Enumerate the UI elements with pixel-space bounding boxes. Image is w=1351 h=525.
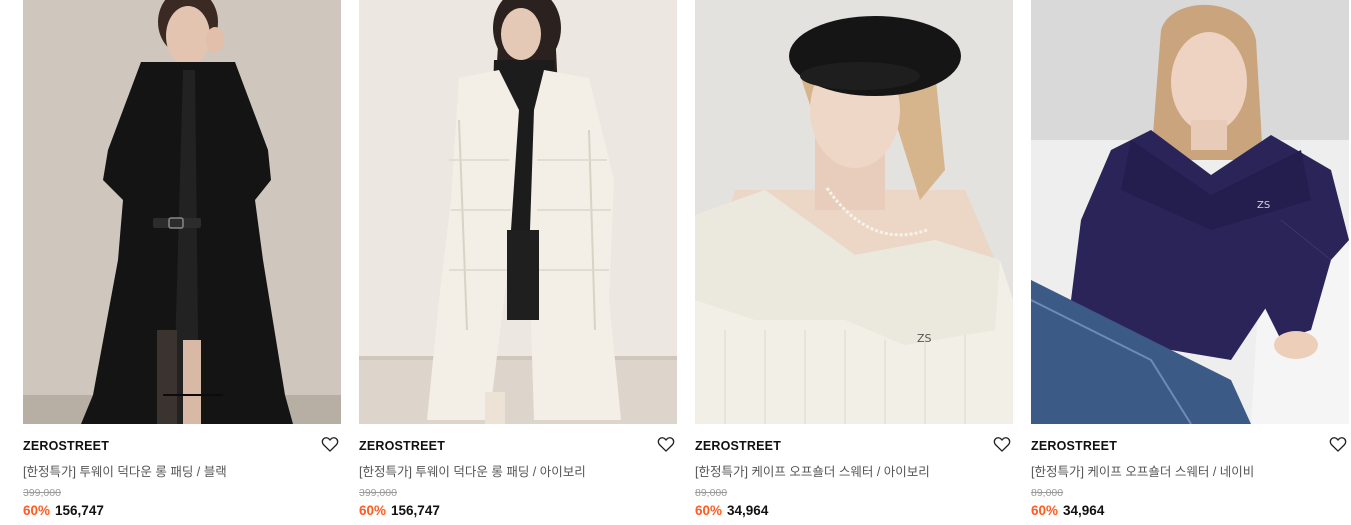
price-row: 60% 34,964 — [695, 503, 768, 518]
original-price: 89,000 — [1031, 487, 1064, 499]
heart-outline-icon[interactable] — [992, 434, 1012, 454]
product-image-link[interactable]: ZS — [695, 0, 1013, 424]
original-price: 399,000 — [23, 487, 61, 499]
product-name[interactable]: [한정특가] 투웨이 덕다운 롱 패딩 / 아이보리 — [359, 461, 586, 480]
product-photo-black-padding — [23, 0, 341, 424]
original-price: 89,000 — [695, 487, 728, 499]
product-card[interactable]: ZEROSTREET [한정특가] 투웨이 덕다운 롱 패딩 / 블랙 399,… — [23, 0, 341, 525]
product-photo-navy-sweater: ZS — [1031, 0, 1349, 424]
price-row: 60% 34,964 — [1031, 503, 1104, 518]
product-photo-ivory-sweater: ZS — [695, 0, 1013, 424]
product-grid: ZEROSTREET [한정특가] 투웨이 덕다운 롱 패딩 / 블랙 399,… — [0, 0, 1351, 525]
sale-price: 156,747 — [391, 503, 440, 518]
product-image-link[interactable] — [359, 0, 677, 424]
discount-rate: 60% — [1031, 503, 1059, 518]
brand-name[interactable]: ZEROSTREET — [695, 439, 781, 453]
discount-rate: 60% — [23, 503, 51, 518]
original-price: 399,000 — [359, 487, 397, 499]
product-photo-ivory-padding — [359, 0, 677, 424]
product-card[interactable]: ZS ZEROSTREET [한정특가] 케이프 오프숄더 스웨터 / 네이비 … — [1031, 0, 1349, 525]
product-card[interactable]: ZEROSTREET [한정특가] 투웨이 덕다운 롱 패딩 / 아이보리 39… — [359, 0, 677, 525]
brand-name[interactable]: ZEROSTREET — [1031, 439, 1117, 453]
heart-outline-icon[interactable] — [1328, 434, 1348, 454]
discount-rate: 60% — [359, 503, 387, 518]
sale-price: 34,964 — [1063, 503, 1105, 518]
svg-text:ZS: ZS — [1257, 200, 1270, 211]
svg-text:ZS: ZS — [917, 332, 932, 345]
heart-outline-icon[interactable] — [656, 434, 676, 454]
sale-price: 34,964 — [727, 503, 769, 518]
product-image-link[interactable]: ZS — [1031, 0, 1349, 424]
price-row: 60% 156,747 — [359, 503, 440, 518]
product-name[interactable]: [한정특가] 투웨이 덕다운 롱 패딩 / 블랙 — [23, 461, 227, 480]
heart-outline-icon[interactable] — [320, 434, 340, 454]
brand-name[interactable]: ZEROSTREET — [359, 439, 445, 453]
discount-rate: 60% — [695, 503, 723, 518]
brand-name[interactable]: ZEROSTREET — [23, 439, 109, 453]
product-image-link[interactable] — [23, 0, 341, 424]
product-name[interactable]: [한정특가] 케이프 오프숄더 스웨터 / 아이보리 — [695, 461, 930, 480]
price-row: 60% 156,747 — [23, 503, 104, 518]
product-card[interactable]: ZS ZEROSTREET [한정특가] 케이프 오프숄더 스웨터 / 아이보리… — [695, 0, 1013, 525]
product-name[interactable]: [한정특가] 케이프 오프숄더 스웨터 / 네이비 — [1031, 461, 1254, 480]
sale-price: 156,747 — [55, 503, 104, 518]
